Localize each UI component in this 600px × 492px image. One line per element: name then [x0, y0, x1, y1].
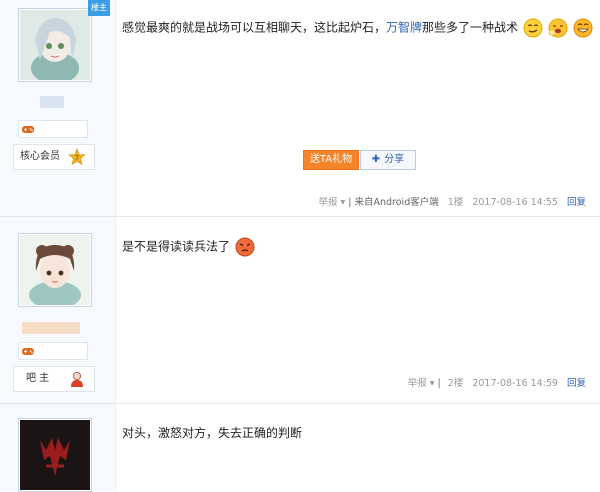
laugh-emoji-icon	[548, 18, 568, 38]
post-text: 是不是得读读兵法了	[122, 239, 231, 254]
member-rank: 核心会员 7	[13, 144, 95, 170]
game-badge-box	[18, 342, 88, 360]
svg-text:7: 7	[75, 154, 79, 162]
reply-link[interactable]: 回复	[567, 197, 586, 208]
content-link[interactable]: 万智牌	[386, 21, 422, 35]
plus-icon: ✚	[371, 154, 381, 165]
post-content: 感觉最爽的就是战场可以互相聊天，这比起炉石，万智牌那些多了一种战术	[122, 18, 593, 38]
client-source: | 来自Android客户端	[348, 197, 439, 208]
username-blurred[interactable]	[40, 96, 64, 108]
report-dropdown[interactable]: 举报 ▾	[408, 378, 435, 389]
report-dropdown[interactable]: 举报 ▾	[318, 197, 345, 208]
gamepad-icon	[22, 126, 34, 133]
post-date: 2017-08-16 14:59	[472, 378, 558, 389]
avatar[interactable]	[18, 8, 92, 82]
user-sidebar: 楼主 核心会员 7	[0, 0, 116, 216]
member-rank: 吧 主	[13, 366, 95, 392]
post-text-prefix: 感觉最爽的就是战场可以互相聊天，这比起炉石，	[122, 20, 387, 35]
separator: |	[437, 378, 441, 389]
level-badge-icon: 7	[68, 148, 86, 166]
share-button[interactable]: ✚ 分享	[360, 150, 416, 170]
post-date: 2017-08-16 14:55	[472, 197, 558, 208]
rank-label: 吧 主	[26, 373, 50, 384]
username-blurred[interactable]	[22, 322, 80, 334]
send-gift-button[interactable]: 送TA礼物	[303, 150, 359, 170]
floor-number: 1楼	[447, 197, 464, 208]
grin-emoji-icon	[573, 18, 593, 38]
post-content: 对头，激怒对方，失去正确的判断	[122, 424, 302, 441]
rank-label: 核心会员	[20, 151, 60, 162]
post-content: 是不是得读读兵法了	[122, 237, 255, 257]
post-floor-3: 对头，激怒对方，失去正确的判断	[0, 404, 600, 492]
avatar[interactable]	[18, 233, 92, 307]
game-badge-box	[18, 120, 88, 138]
reply-link[interactable]: 回复	[567, 378, 586, 389]
post-meta: 举报 ▾ | 来自Android客户端 1楼 2017-08-16 14:55 …	[318, 194, 586, 208]
post-floor-2: 吧 主 是不是得读读兵法了 举报 ▾ | 2楼 2017-08-16 14:59…	[0, 217, 600, 404]
share-label: 分享	[384, 154, 405, 165]
op-ribbon: 楼主	[88, 0, 110, 16]
angry-emoji-icon	[235, 237, 255, 257]
moderator-user-icon	[71, 372, 83, 387]
user-sidebar	[0, 404, 116, 492]
smirk-emoji-icon	[523, 18, 543, 38]
avatar[interactable]	[18, 418, 92, 492]
floor-number: 2楼	[447, 378, 464, 389]
post-text-suffix: 那些多了一种战术	[422, 20, 519, 35]
post-meta: 举报 ▾ | 2楼 2017-08-16 14:59 回复	[408, 375, 586, 389]
user-sidebar: 吧 主	[0, 217, 116, 403]
post-text: 对头，激怒对方，失去正确的判断	[122, 426, 303, 440]
gamepad-icon	[22, 348, 34, 355]
post-floor-1: 楼主 核心会员 7 感觉最爽的就是战场可以互相聊天，这比起炉石，万智牌那些多了一…	[0, 0, 600, 217]
